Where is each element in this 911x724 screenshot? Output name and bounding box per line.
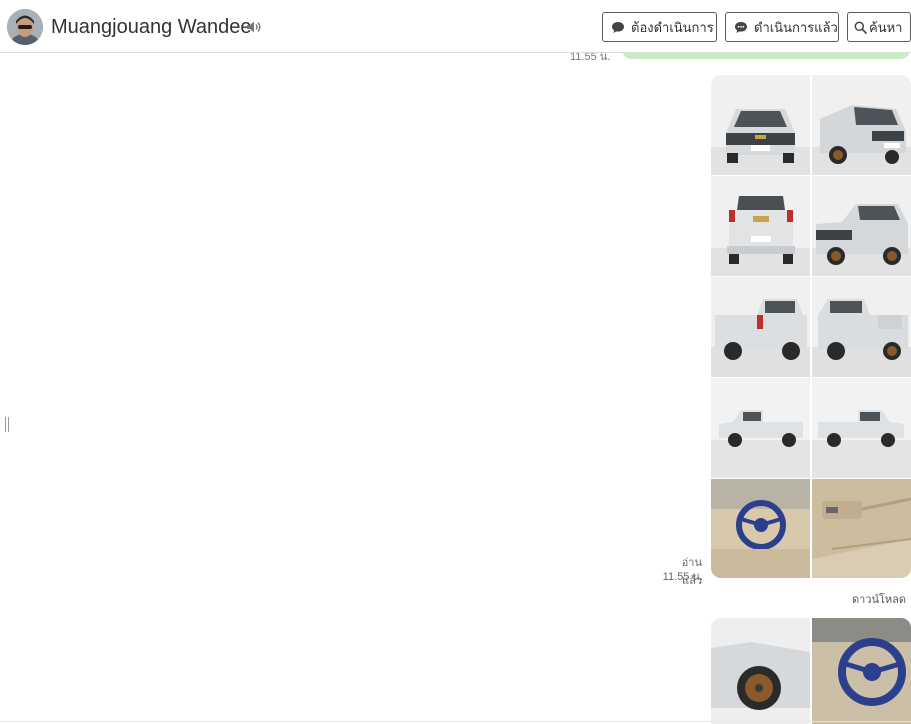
photo-thumbnail[interactable]: [711, 479, 810, 578]
photo-album[interactable]: [711, 75, 911, 578]
composer-divider: [0, 721, 911, 722]
pending-button[interactable]: ต้องดำเนินการ: [602, 12, 717, 42]
chat-bubble-dots-icon: [735, 21, 747, 33]
chat-header: Muangjouang Wandee ต้องดำเนินการ ดำเนินก…: [0, 0, 911, 53]
photo-thumbnail[interactable]: [812, 277, 911, 377]
photo-album[interactable]: [711, 618, 911, 724]
photo-thumbnail[interactable]: [812, 75, 911, 175]
photo-thumbnail[interactable]: [711, 618, 810, 724]
speaker-icon[interactable]: [246, 20, 262, 34]
pending-button-label: ต้องดำเนินการ: [631, 19, 714, 35]
search-button[interactable]: ค้นหา: [847, 12, 911, 42]
photo-thumbnail[interactable]: [812, 176, 911, 276]
message-time: 11.55 น.: [662, 571, 703, 583]
resize-handle-icon[interactable]: [5, 417, 10, 432]
done-button-label: ดำเนินการแล้ว: [754, 19, 838, 35]
chat-bubble-icon: [612, 21, 624, 33]
search-button-label: ค้นหา: [869, 19, 903, 35]
done-button[interactable]: ดำเนินการแล้ว: [725, 12, 839, 42]
photo-thumbnail[interactable]: [711, 277, 810, 377]
photo-thumbnail[interactable]: [812, 479, 911, 578]
photo-thumbnail[interactable]: [711, 378, 810, 478]
contact-name: Muangjouang Wandee: [51, 16, 252, 38]
photo-thumbnail[interactable]: [812, 378, 911, 478]
photo-thumbnail[interactable]: [711, 75, 810, 175]
search-icon: [854, 21, 867, 34]
photo-thumbnail[interactable]: [812, 618, 911, 724]
photo-thumbnail[interactable]: [711, 176, 810, 276]
avatar[interactable]: [7, 9, 43, 45]
download-link[interactable]: ดาวน์โหลด: [852, 590, 906, 608]
